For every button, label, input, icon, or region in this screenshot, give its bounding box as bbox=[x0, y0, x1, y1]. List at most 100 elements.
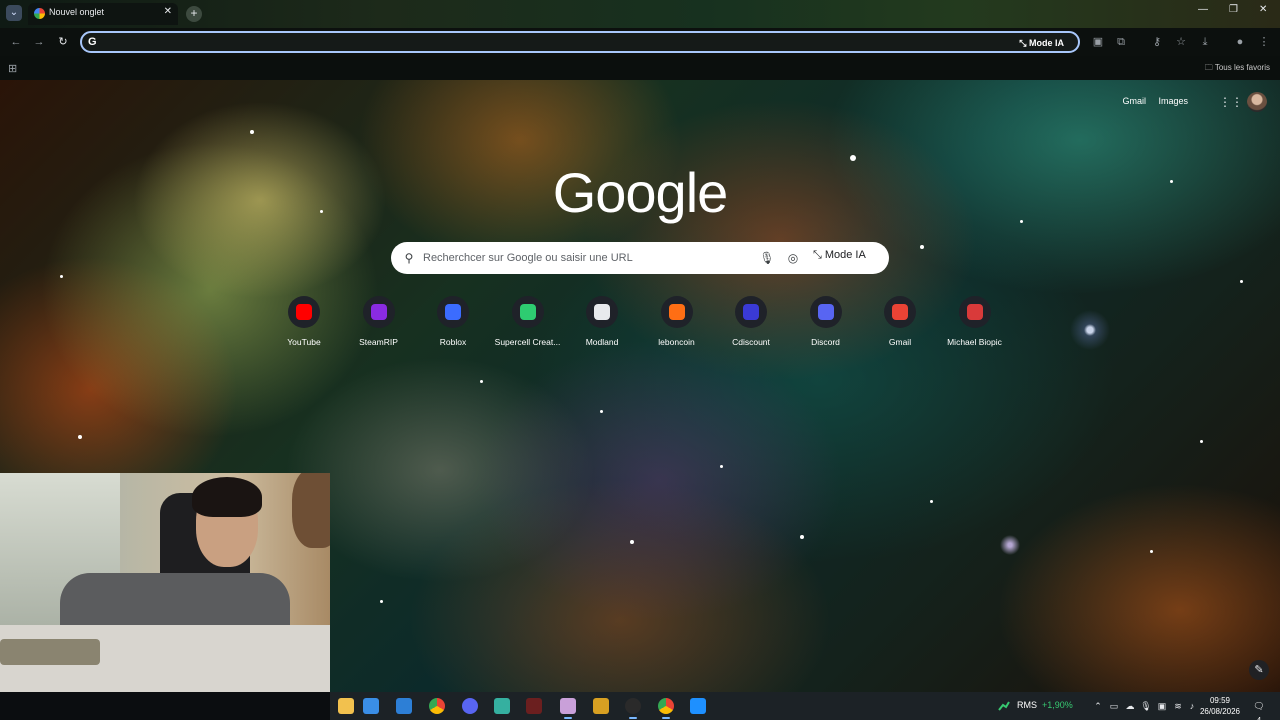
ntp-top-links: Gmail Images bbox=[1112, 96, 1188, 106]
chrome-active-icon[interactable] bbox=[658, 698, 674, 719]
star bbox=[920, 245, 924, 249]
shortcut-glyph bbox=[370, 304, 387, 320]
images-link[interactable]: Images bbox=[1158, 96, 1188, 106]
webcam-second-person bbox=[292, 473, 330, 548]
shortcut-tile[interactable]: Modland bbox=[565, 296, 639, 347]
omnibox-mode-ia-label: Mode IA bbox=[1029, 38, 1064, 48]
google-g-icon: G bbox=[88, 36, 97, 48]
shortcut-glyph bbox=[296, 304, 312, 320]
tray-cloud-icon[interactable]: ☁ bbox=[1124, 700, 1136, 712]
forward-icon[interactable]: → bbox=[31, 34, 47, 50]
tab-search-icon[interactable]: ▣ bbox=[1090, 34, 1106, 50]
photos-icon[interactable] bbox=[690, 698, 706, 714]
shortcut-tile[interactable]: YouTube bbox=[267, 296, 341, 347]
back-icon[interactable]: ← bbox=[8, 34, 24, 50]
star bbox=[1200, 440, 1203, 443]
shortcut-favicon-icon bbox=[735, 296, 767, 328]
all-bookmarks-button[interactable]: 🗀 Tous les favoris bbox=[1205, 62, 1270, 76]
shortcut-tile[interactable]: leboncoin bbox=[640, 296, 714, 347]
tray-mic-icon[interactable]: 🎙 bbox=[1140, 700, 1152, 712]
mode-ia-button[interactable]: ⤡ Mode IA bbox=[813, 249, 866, 262]
mail-icon[interactable] bbox=[396, 698, 412, 714]
gmail-link[interactable]: Gmail bbox=[1122, 96, 1146, 106]
shortcut-favicon-icon bbox=[288, 296, 320, 328]
download-icon[interactable]: ⤓ bbox=[1197, 34, 1213, 50]
tray-chevron-icon[interactable]: ⌃ bbox=[1092, 700, 1104, 712]
star bbox=[480, 380, 483, 383]
apps-grid-icon[interactable]: ⊞ bbox=[8, 62, 17, 75]
shortcut-tile[interactable]: Cdiscount bbox=[714, 296, 788, 347]
account-avatar[interactable] bbox=[1247, 92, 1267, 112]
shortcut-favicon-icon bbox=[660, 296, 693, 328]
microphone-icon[interactable]: 🎙 bbox=[759, 250, 775, 266]
search-input[interactable] bbox=[423, 249, 743, 267]
clock-time: 09:59 bbox=[1209, 696, 1231, 705]
shortcut-glyph bbox=[966, 304, 983, 320]
menu-dots-icon[interactable]: ⋮ bbox=[1256, 34, 1272, 50]
file-explorer-icon[interactable] bbox=[338, 698, 354, 714]
shortcut-favicon-icon bbox=[586, 296, 618, 328]
bookmark-star-icon[interactable]: ☆ bbox=[1173, 34, 1189, 50]
notifications-icon[interactable]: 🗨4 bbox=[1252, 699, 1266, 720]
volume-icon[interactable]: ♪ bbox=[1186, 700, 1198, 712]
close-window-button[interactable]: ✕ bbox=[1259, 4, 1267, 15]
game-icon[interactable] bbox=[494, 698, 510, 714]
star bbox=[930, 500, 933, 503]
shortcut-tile[interactable]: SteamRIP bbox=[342, 296, 416, 347]
star bbox=[78, 435, 82, 439]
password-key-icon[interactable]: ⚷ bbox=[1149, 34, 1165, 50]
game-launcher-icon[interactable] bbox=[560, 698, 576, 719]
store-icon[interactable] bbox=[363, 698, 379, 714]
shortcut-tile[interactable]: Michael Biopic bbox=[938, 296, 1012, 347]
star bbox=[380, 600, 383, 603]
google-logo: Google bbox=[552, 161, 729, 224]
reload-icon[interactable]: ↻ bbox=[55, 34, 71, 50]
tab-close-icon[interactable]: ✕ bbox=[164, 6, 172, 17]
tray-device-icon[interactable]: ▭ bbox=[1108, 700, 1120, 712]
crown-game-icon[interactable] bbox=[593, 698, 609, 714]
shortcut-label: Supercell Creat... bbox=[494, 337, 561, 347]
shortcut-favicon-icon bbox=[437, 296, 469, 328]
shortcut-tile[interactable]: Gmail bbox=[863, 296, 937, 347]
discord-icon[interactable] bbox=[462, 698, 478, 714]
shortcut-favicon-icon bbox=[362, 296, 395, 328]
bookmarks-bar: ⊞ 🗀 Tous les favoris bbox=[0, 56, 1280, 80]
wifi-icon[interactable]: ≋ bbox=[1172, 700, 1184, 712]
shortcut-favicon-icon bbox=[958, 296, 991, 328]
omnibox[interactable]: G ⤡ Mode IA bbox=[80, 31, 1080, 53]
maximize-button[interactable]: ❐ bbox=[1229, 4, 1238, 15]
minimize-button[interactable]: — bbox=[1198, 4, 1208, 15]
extensions-icon[interactable]: ⧉ bbox=[1113, 34, 1129, 50]
omnibox-mode-ia-button[interactable]: ⤡ Mode IA bbox=[1013, 35, 1070, 51]
shortcut-tile[interactable]: Supercell Creat... bbox=[491, 296, 565, 347]
search-icon: ⚲ bbox=[404, 251, 414, 265]
tab-strip: ⌄ Nouvel onglet ✕ + — ❐ ✕ bbox=[0, 0, 1280, 28]
new-tab-button[interactable]: + bbox=[186, 6, 202, 22]
star bbox=[630, 540, 634, 544]
shortcut-tile[interactable]: Discord bbox=[789, 296, 863, 347]
star bbox=[250, 130, 254, 134]
all-bookmarks-label: Tous les favoris bbox=[1214, 63, 1270, 72]
chrome-icon[interactable] bbox=[429, 698, 445, 714]
webcam-overlay bbox=[0, 473, 330, 692]
tab-new-tab[interactable]: Nouvel onglet ✕ bbox=[28, 3, 178, 25]
clock[interactable]: 09:59 26/08/2026 bbox=[1198, 695, 1242, 717]
stock-name[interactable]: RMS bbox=[1017, 700, 1037, 710]
app-icon[interactable] bbox=[526, 698, 542, 714]
profile-avatar-icon[interactable]: ● bbox=[1232, 34, 1248, 50]
obs-icon[interactable] bbox=[625, 698, 641, 719]
tray-security-icon[interactable]: ▣ bbox=[1156, 700, 1168, 712]
shortcut-glyph bbox=[817, 304, 834, 320]
customize-pencil-icon[interactable]: ✎ bbox=[1249, 660, 1269, 680]
shortcut-label: YouTube bbox=[287, 337, 321, 347]
shortcut-label: Gmail bbox=[888, 337, 912, 347]
shortcut-tile[interactable]: Roblox bbox=[416, 296, 490, 347]
shortcut-favicon-icon bbox=[809, 296, 842, 328]
chrome-favicon-icon bbox=[34, 8, 45, 19]
star bbox=[60, 275, 63, 278]
webcam-laptop bbox=[0, 639, 100, 665]
tab-search-icon[interactable]: ⌄ bbox=[6, 5, 22, 21]
ntp-searchbox[interactable]: ⚲ 🎙 ◎ ⤡ Mode IA bbox=[391, 242, 889, 274]
google-lens-icon[interactable]: ◎ bbox=[785, 250, 801, 266]
shortcut-label: Discord bbox=[811, 337, 840, 347]
